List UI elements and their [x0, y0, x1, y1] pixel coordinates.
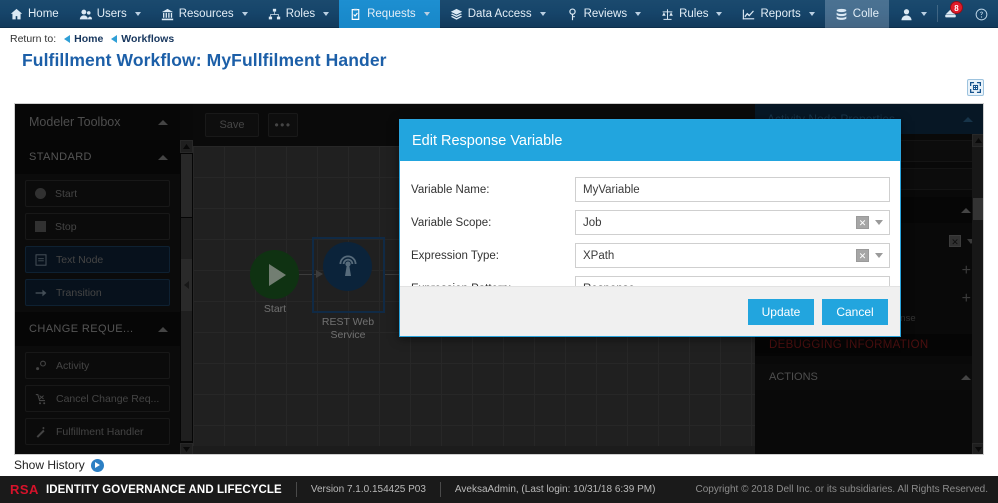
play-circle-icon [91, 459, 104, 472]
nav-item-reports[interactable]: Reports [732, 0, 824, 28]
clear-icon[interactable]: ✕ [856, 216, 869, 229]
chevron-down-icon [540, 12, 546, 16]
breadcrumb-prefix: Return to: [10, 33, 56, 45]
breadcrumb-link-workflows[interactable]: Workflows [121, 33, 174, 45]
show-history-label: Show History [14, 458, 85, 472]
layers-icon [450, 8, 463, 21]
nav-label: Roles [286, 8, 315, 20]
variable-scope-select[interactable]: Job ✕ [575, 210, 890, 235]
nav-right-cluster: 8 [890, 0, 998, 27]
bank-icon [161, 8, 174, 21]
chevron-down-icon [921, 12, 927, 16]
field-row-variable-name: Variable Name: MyVariable [410, 175, 890, 204]
user-icon [900, 8, 913, 21]
field-value: XPath [583, 250, 856, 262]
version-label: Version 7.1.0.154425 P03 [311, 484, 426, 495]
footer-divider [296, 482, 297, 497]
breadcrumb: Return to: Home Workflows [0, 28, 998, 50]
application-window: Home Users Resources Roles Requests Data… [0, 0, 998, 503]
expand-fullscreen-button[interactable] [967, 79, 984, 96]
nav-label: Resources [179, 8, 234, 20]
variable-name-input[interactable]: MyVariable [575, 177, 890, 202]
copyright-notice: Copyright © 2018 Dell Inc. or its subsid… [696, 484, 989, 495]
footer-divider [440, 482, 441, 497]
home-icon [10, 8, 23, 21]
nav-item-users[interactable]: Users [69, 0, 151, 28]
dialog-title: Edit Response Variable [412, 133, 562, 149]
users-icon [79, 8, 92, 21]
nav-item-collectors[interactable]: Colle [825, 0, 889, 28]
chart-icon [742, 8, 755, 21]
key-icon [566, 8, 579, 21]
field-row-variable-scope: Variable Scope: Job ✕ [410, 208, 890, 237]
org-chart-icon [268, 8, 281, 21]
cancel-button[interactable]: Cancel [822, 299, 888, 325]
nav-label: Reports [760, 8, 800, 20]
help-circle-icon [975, 8, 988, 21]
dialog-footer: Update Cancel [400, 286, 900, 336]
nav-label: Home [28, 8, 59, 20]
nav-label: Reviews [584, 8, 627, 20]
rsa-logo: RSA [10, 482, 39, 497]
nav-item-resources[interactable]: Resources [151, 0, 258, 28]
nav-label: Requests [367, 8, 416, 20]
chevron-down-icon [635, 12, 641, 16]
field-label: Variable Scope: [410, 217, 575, 229]
chevron-down-icon [135, 12, 141, 16]
update-button[interactable]: Update [748, 299, 814, 325]
show-history-toggle[interactable]: Show History [14, 458, 104, 472]
field-value: Job [583, 217, 856, 229]
product-name: IDENTITY GOVERNANCE AND LIFECYCLE [46, 484, 282, 496]
field-label: Expression Type: [410, 250, 575, 262]
chevron-down-icon [323, 12, 329, 16]
clipboard-check-icon [349, 8, 362, 21]
breadcrumb-link-home[interactable]: Home [74, 33, 103, 45]
chevron-down-icon [242, 12, 248, 16]
expression-type-select[interactable]: XPath ✕ [575, 243, 890, 268]
chevron-down-icon[interactable] [875, 253, 883, 258]
nav-item-reviews[interactable]: Reviews [556, 0, 651, 28]
nav-label: Colle [853, 8, 879, 20]
nav-label: Data Access [468, 8, 532, 20]
breadcrumb-back-arrow-icon [64, 35, 70, 43]
nav-help-button[interactable] [965, 0, 998, 28]
page-footer: RSA IDENTITY GOVERNANCE AND LIFECYCLE Ve… [0, 476, 998, 503]
chevron-down-icon[interactable] [875, 220, 883, 225]
page-title: Fulfillment Workflow: MyFullfilment Hand… [22, 50, 387, 71]
nav-label: Users [97, 8, 127, 20]
main-navigation-bar: Home Users Resources Roles Requests Data… [0, 0, 998, 28]
nav-inbox-button[interactable]: 8 [938, 0, 965, 27]
field-value: MyVariable [583, 184, 883, 196]
notification-badge: 8 [950, 1, 963, 14]
dialog-header: Edit Response Variable [400, 120, 900, 161]
nav-item-requests[interactable]: Requests [339, 0, 440, 28]
scales-icon [661, 8, 674, 21]
field-row-expression-type: Expression Type: XPath ✕ [410, 241, 890, 270]
field-label: Variable Name: [410, 184, 575, 196]
nav-item-data-access[interactable]: Data Access [440, 0, 556, 28]
nav-item-home[interactable]: Home [0, 0, 69, 28]
clear-icon[interactable]: ✕ [856, 249, 869, 262]
session-info: AveksaAdmin, (Last login: 10/31/18 6:39 … [455, 484, 655, 495]
edit-response-variable-dialog: Edit Response Variable Variable Name: My… [399, 119, 901, 337]
nav-user-menu[interactable] [890, 0, 937, 28]
chevron-down-icon [716, 12, 722, 16]
nav-label: Rules [679, 8, 708, 20]
database-icon [835, 8, 848, 21]
nav-item-rules[interactable]: Rules [651, 0, 732, 28]
nav-item-roles[interactable]: Roles [258, 0, 339, 28]
breadcrumb-back-arrow-icon [111, 35, 117, 43]
expand-fullscreen-icon [970, 82, 981, 93]
chevron-down-icon [424, 12, 430, 16]
chevron-down-icon [809, 12, 815, 16]
